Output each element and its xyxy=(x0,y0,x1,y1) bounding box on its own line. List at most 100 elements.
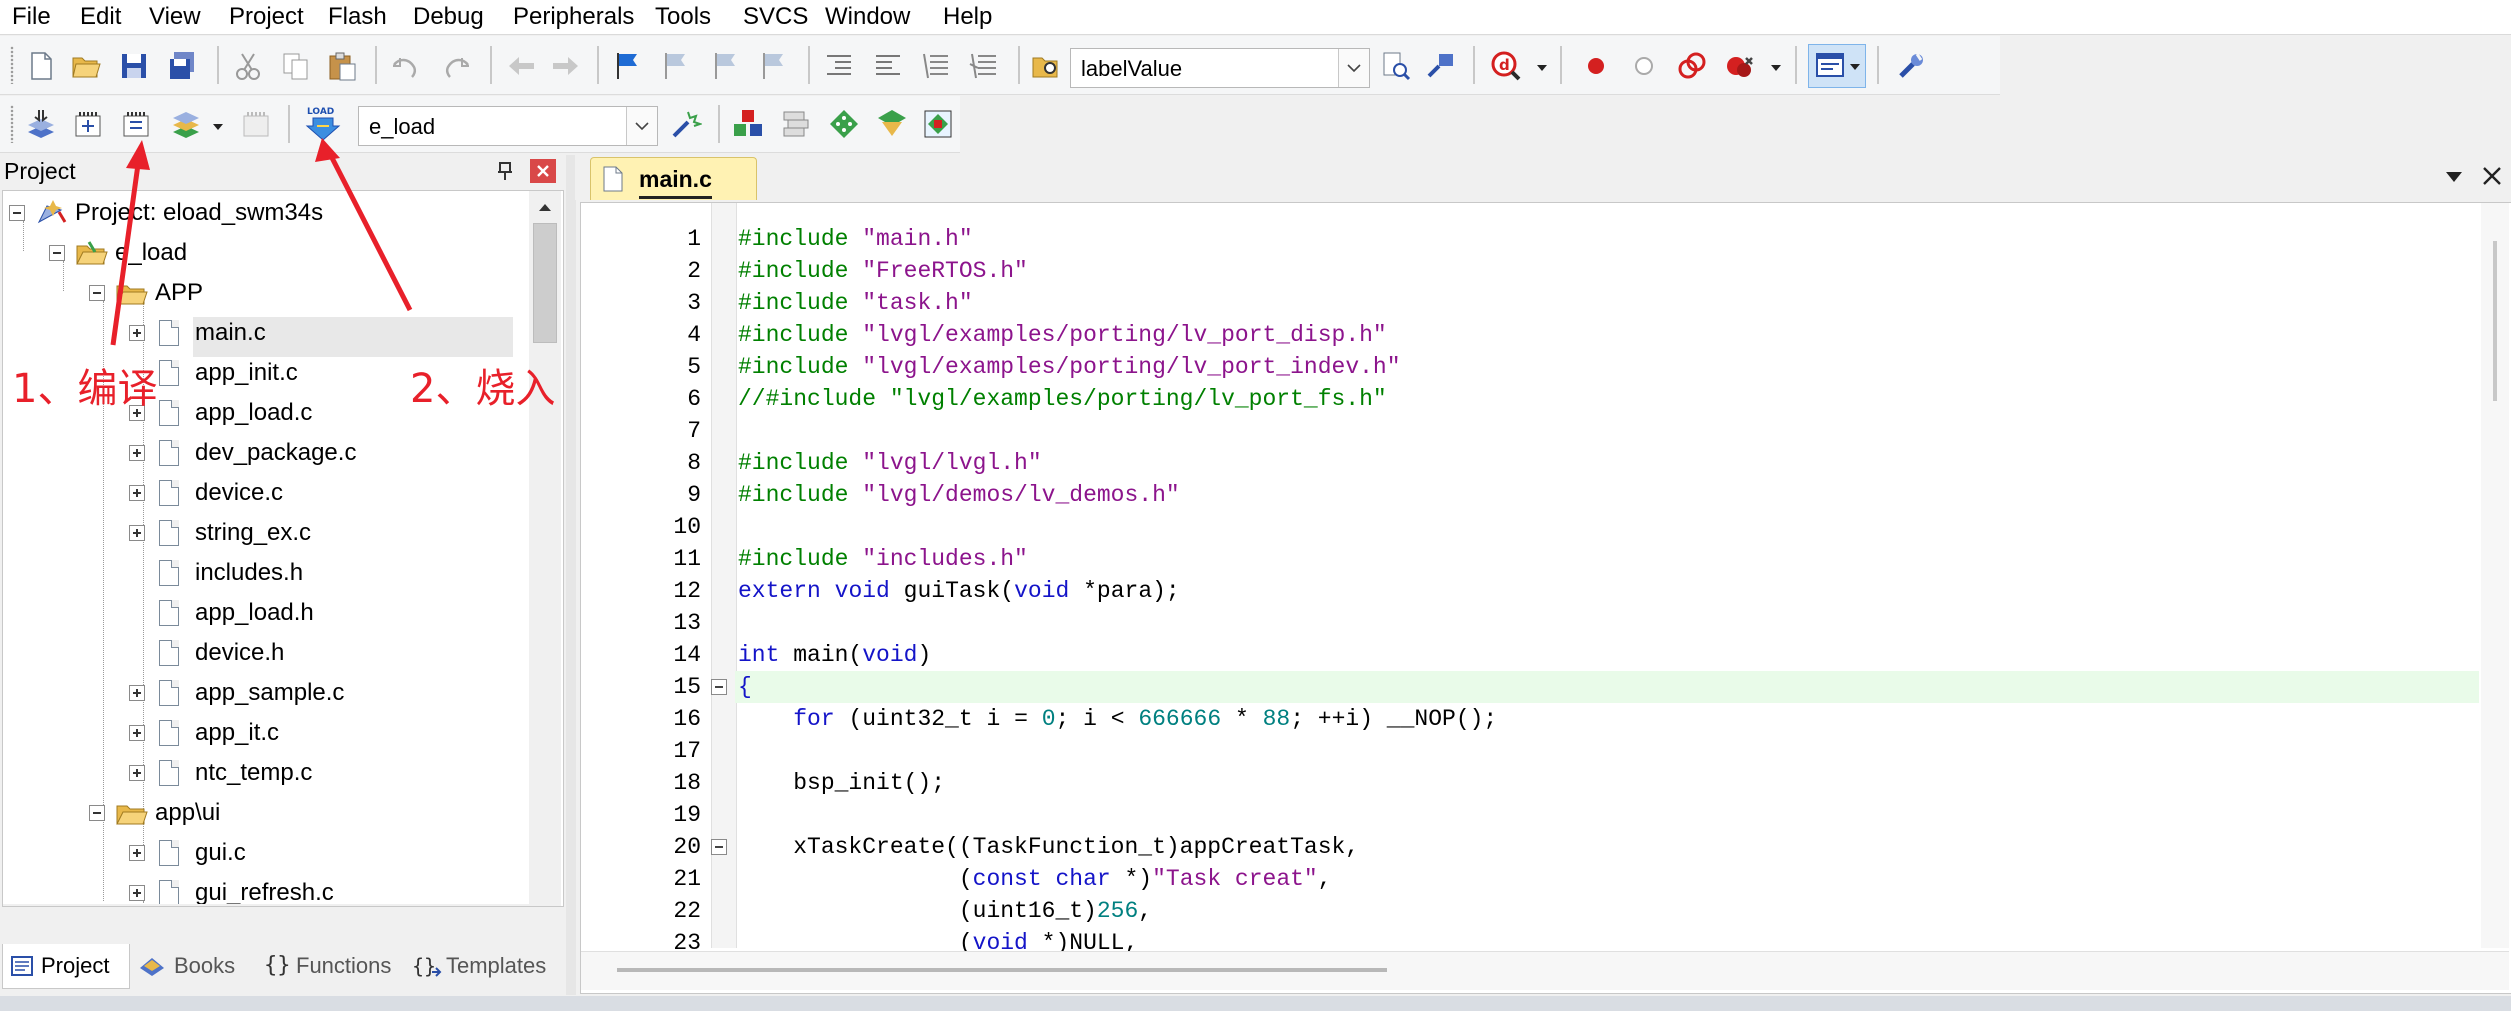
code-editor[interactable]: 1 #include "main.h" 2 #include "FreeRTOS.h"… xyxy=(580,202,2511,994)
tree-item-app-it-c[interactable]: app_it.c xyxy=(3,713,523,753)
expand-icon[interactable] xyxy=(129,525,145,541)
scroll-left-arrow-icon[interactable] xyxy=(5,905,33,906)
open-file-icon[interactable] xyxy=(70,50,102,82)
window-layout-button[interactable] xyxy=(1808,44,1866,88)
tree-item-dev-package-c[interactable]: dev_package.c xyxy=(3,433,523,473)
menu-svcs[interactable]: SVCS xyxy=(743,2,808,32)
menu-edit[interactable]: Edit xyxy=(80,2,121,32)
expand-icon[interactable] xyxy=(129,765,145,781)
tab-list-dropdown-icon[interactable] xyxy=(2445,171,2463,183)
tree-scroll-thumb[interactable] xyxy=(533,223,557,343)
editor-hscroll-thumb[interactable] xyxy=(617,968,1387,972)
incremental-find-icon[interactable] xyxy=(1425,50,1457,82)
tab-functions[interactable]: {} Functions xyxy=(258,946,398,986)
tab-templates[interactable]: {} Templates xyxy=(408,946,558,986)
kill-breakpoints-icon[interactable] xyxy=(1724,50,1756,82)
tree-item-ntc-temp-c[interactable]: ntc_temp.c xyxy=(3,753,523,793)
tree-item-app-ui[interactable]: app\ui xyxy=(3,793,523,833)
pin-icon[interactable] xyxy=(496,161,514,181)
download-icon[interactable]: LOAD xyxy=(305,104,341,142)
tree-vertical-scrollbar[interactable] xyxy=(529,191,561,904)
expand-icon[interactable] xyxy=(129,325,145,341)
menu-flash[interactable]: Flash xyxy=(328,2,387,32)
expand-icon[interactable] xyxy=(129,485,145,501)
chevron-down-icon[interactable] xyxy=(626,107,657,145)
menu-view[interactable]: View xyxy=(149,2,201,32)
tree-item-includes-h[interactable]: includes.h xyxy=(3,553,523,593)
find-in-files-icon[interactable] xyxy=(1030,50,1062,82)
software-packs-icon[interactable] xyxy=(922,108,954,140)
collapse-icon[interactable] xyxy=(89,285,105,301)
tree-horizontal-scrollbar[interactable] xyxy=(3,904,561,906)
menu-debug[interactable]: Debug xyxy=(413,2,484,32)
enable-breakpoint-icon[interactable] xyxy=(1628,50,1660,82)
tree-item-e-load[interactable]: e_load xyxy=(3,233,523,273)
redo-icon[interactable] xyxy=(440,50,472,82)
tree-item-app-load-h[interactable]: app_load.h xyxy=(3,593,523,633)
uncomment-icon[interactable] xyxy=(968,50,1000,82)
comment-icon[interactable] xyxy=(920,50,952,82)
copy-icon[interactable] xyxy=(280,50,312,82)
collapse-icon[interactable] xyxy=(9,205,25,221)
manage-project-items-icon[interactable] xyxy=(732,108,764,140)
menu-tools[interactable]: Tools xyxy=(655,2,711,32)
new-file-icon[interactable] xyxy=(25,50,57,82)
tree-item-app[interactable]: APP xyxy=(3,273,523,313)
undo-icon[interactable] xyxy=(390,50,422,82)
scroll-right-arrow-icon[interactable] xyxy=(493,905,521,906)
next-bookmark-icon[interactable] xyxy=(710,50,742,82)
save-icon[interactable] xyxy=(118,50,150,82)
save-all-icon[interactable] xyxy=(166,50,198,82)
find-combo[interactable]: labelValue xyxy=(1070,48,1370,88)
menu-window[interactable]: Window xyxy=(825,2,910,32)
unindent-icon[interactable] xyxy=(872,50,904,82)
disable-breakpoints-icon[interactable] xyxy=(1676,50,1708,82)
expand-icon[interactable] xyxy=(129,445,145,461)
editor-horizontal-scrollbar[interactable] xyxy=(581,951,2509,990)
tree-item-gui-c[interactable]: gui.c xyxy=(3,833,523,873)
bookmark-icon[interactable] xyxy=(612,50,644,82)
target-select[interactable]: e_load xyxy=(358,106,658,146)
menu-help[interactable]: Help xyxy=(943,2,992,32)
tab-books[interactable]: Books xyxy=(132,946,250,986)
expand-icon[interactable] xyxy=(129,725,145,741)
project-pane-close-button[interactable] xyxy=(530,159,556,183)
clear-bookmarks-icon[interactable] xyxy=(758,50,790,82)
expand-icon[interactable] xyxy=(129,845,145,861)
prev-bookmark-icon[interactable] xyxy=(660,50,692,82)
toolbar-grip[interactable] xyxy=(10,46,14,84)
select-packs-icon[interactable] xyxy=(780,108,812,140)
tree-item-gui-refresh-c[interactable]: gui_refresh.c xyxy=(3,873,523,906)
start-debug-icon[interactable]: d xyxy=(1490,50,1522,82)
build-icon[interactable] xyxy=(72,108,104,140)
menu-project[interactable]: Project xyxy=(229,2,304,32)
editor-vertical-scrollbar[interactable] xyxy=(2481,203,2509,948)
navigate-forward-icon[interactable] xyxy=(550,50,582,82)
tree-item-main-c[interactable]: main.c xyxy=(3,313,523,353)
insert-breakpoint-icon[interactable] xyxy=(1580,50,1612,82)
menu-file[interactable]: File xyxy=(12,2,51,32)
expand-icon[interactable] xyxy=(129,685,145,701)
chevron-down-icon[interactable] xyxy=(1338,49,1369,87)
tree-item-app-sample-c[interactable]: app_sample.c xyxy=(3,673,523,713)
tree-item-device-c[interactable]: device.c xyxy=(3,473,523,513)
navigate-back-icon[interactable] xyxy=(505,50,537,82)
breakpoint-dropdown-icon[interactable] xyxy=(1770,64,1782,72)
stop-build-icon[interactable] xyxy=(240,108,272,140)
close-editor-icon[interactable] xyxy=(2481,165,2503,187)
fold-collapse-icon[interactable] xyxy=(711,839,727,855)
paste-icon[interactable] xyxy=(326,50,358,82)
editor-vscroll-thumb[interactable] xyxy=(2493,241,2497,401)
target-options-icon[interactable] xyxy=(670,108,702,140)
menu-peripherals[interactable]: Peripherals xyxy=(513,2,634,32)
scroll-up-arrow-icon[interactable] xyxy=(531,193,559,221)
batch-dropdown-icon[interactable] xyxy=(212,123,224,131)
translate-icon[interactable] xyxy=(25,108,57,140)
collapse-icon[interactable] xyxy=(49,245,65,261)
find-icon[interactable] xyxy=(1380,50,1412,82)
rebuild-icon[interactable] xyxy=(120,108,152,140)
pane-splitter[interactable] xyxy=(566,155,576,995)
tab-project[interactable]: Project xyxy=(2,944,130,989)
tree-item-project-eload-swm34s[interactable]: Project: eload_swm34s xyxy=(3,193,523,233)
fold-collapse-icon[interactable] xyxy=(711,679,727,695)
